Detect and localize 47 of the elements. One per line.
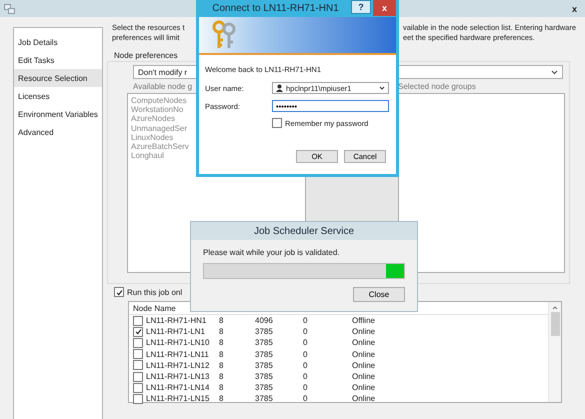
table-cell: 4096 [255,316,273,326]
table-cell: 8 [219,360,224,370]
table-cell: 8 [219,383,224,392]
checkbox-label: Run this job onl [127,288,182,296]
table-cell: LN11-RH71-LN12 [146,360,210,370]
table-cell: 0 [303,360,308,370]
table-cell: 8 [219,394,224,404]
table-cell: 3785 [255,327,273,336]
list-label: Available node g [133,82,192,91]
table-cell: 0 [303,383,308,392]
table-cell: 0 [303,372,308,382]
group-title: Node preferences [114,51,178,60]
table-cell: 0 [303,327,308,336]
table-cell: 3785 [255,360,273,370]
table-cell: 3785 [255,350,273,359]
table-cell: LN11-RH71-LN1 [146,327,205,336]
table-cell: 0 [303,394,308,404]
table-cell: 8 [219,316,224,326]
table-cell: 0 [303,350,308,359]
table-cell: 3785 [255,372,273,382]
table-cell: 0 [303,316,308,326]
table-cell: LN11-RH71-LN14 [146,383,210,392]
table-cell: LN11-RH71-LN15 [146,394,210,404]
table-cell: 8 [219,350,224,359]
table-cell: 3785 [255,338,273,348]
table-cell: Online [352,350,376,359]
status-message: Please wait while your job is validated. [203,248,341,257]
table-cell: LN11-RH71-HN1 [146,316,206,326]
table-cell: Online [352,360,376,370]
table-cell: 8 [219,372,224,382]
table-cell: LN11-RH71-LN11 [146,350,209,359]
list-label: Selected node groups [398,82,476,93]
table-cell: Online [352,327,376,336]
table-cell: 8 [219,327,224,336]
table-cell: Online [352,394,376,404]
table-cell: 0 [303,338,308,348]
dialog-title: Job Scheduler Service [254,226,354,236]
table-cell: 3785 [255,394,273,404]
table-cell: Online [352,338,376,348]
table-cell: Online [352,383,376,392]
table-cell: 8 [219,338,224,348]
table-cell: Offline [352,316,375,326]
table-cell: LN11-RH71-LN13 [146,372,210,382]
table-cell: Online [352,372,376,382]
table-cell: LN11-RH71-LN10 [146,338,210,348]
dialog-title: Connect to LN11-RH71-HN1 [212,3,339,14]
table-cell: 3785 [255,383,273,392]
